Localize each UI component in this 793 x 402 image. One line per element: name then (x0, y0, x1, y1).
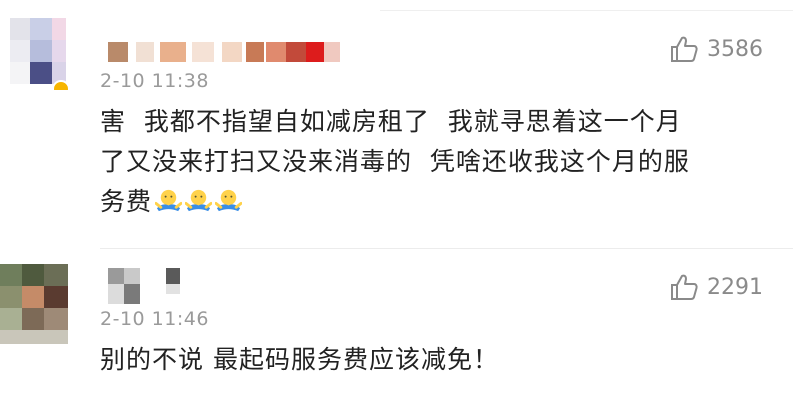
like-count: 2291 (707, 274, 763, 300)
comment-time: 2-10 11:46 (100, 308, 209, 330)
avatar[interactable] (0, 264, 72, 344)
comment-text-segment: 务费 (100, 187, 153, 216)
like-button[interactable]: 2291 (669, 272, 763, 302)
username[interactable] (108, 268, 188, 308)
username[interactable] (108, 42, 340, 62)
shrug-emoji-icon (155, 189, 183, 212)
like-button[interactable]: 3586 (669, 34, 763, 64)
comment-time: 2-10 11:38 (100, 70, 209, 92)
shrug-emoji-icon (185, 189, 213, 212)
comment-text-line: 务费 (100, 182, 770, 222)
verified-badge-icon (52, 80, 70, 90)
comment-text: 别的不说 最起码服务费应该减免！ (100, 345, 499, 374)
thumbs-up-icon (671, 36, 698, 62)
avatar[interactable] (0, 10, 72, 90)
thumbs-up-icon (671, 274, 698, 300)
comment-text-line: 了又没来打扫又没来消毒的 凭啥还收我这个月的服 (100, 147, 690, 176)
comment-text: 害 我都不指望自如减房租了 我就寻思着这一个月 了又没来打扫又没来消毒的 凭啥还… (100, 102, 770, 222)
comment-text-line: 害 我都不指望自如减房租了 我就寻思着这一个月 (100, 107, 682, 136)
shrug-emoji-icon (215, 189, 243, 212)
comment-item[interactable]: 2-10 11:46 2291 别的不说 最起码服务费应该减免！ (0, 250, 793, 402)
like-count: 3586 (707, 36, 763, 62)
comment-divider (100, 248, 793, 249)
comment-item[interactable]: 2-10 11:38 3586 害 我都不指望自如减房租了 我就寻思着这一个月 … (0, 0, 793, 250)
